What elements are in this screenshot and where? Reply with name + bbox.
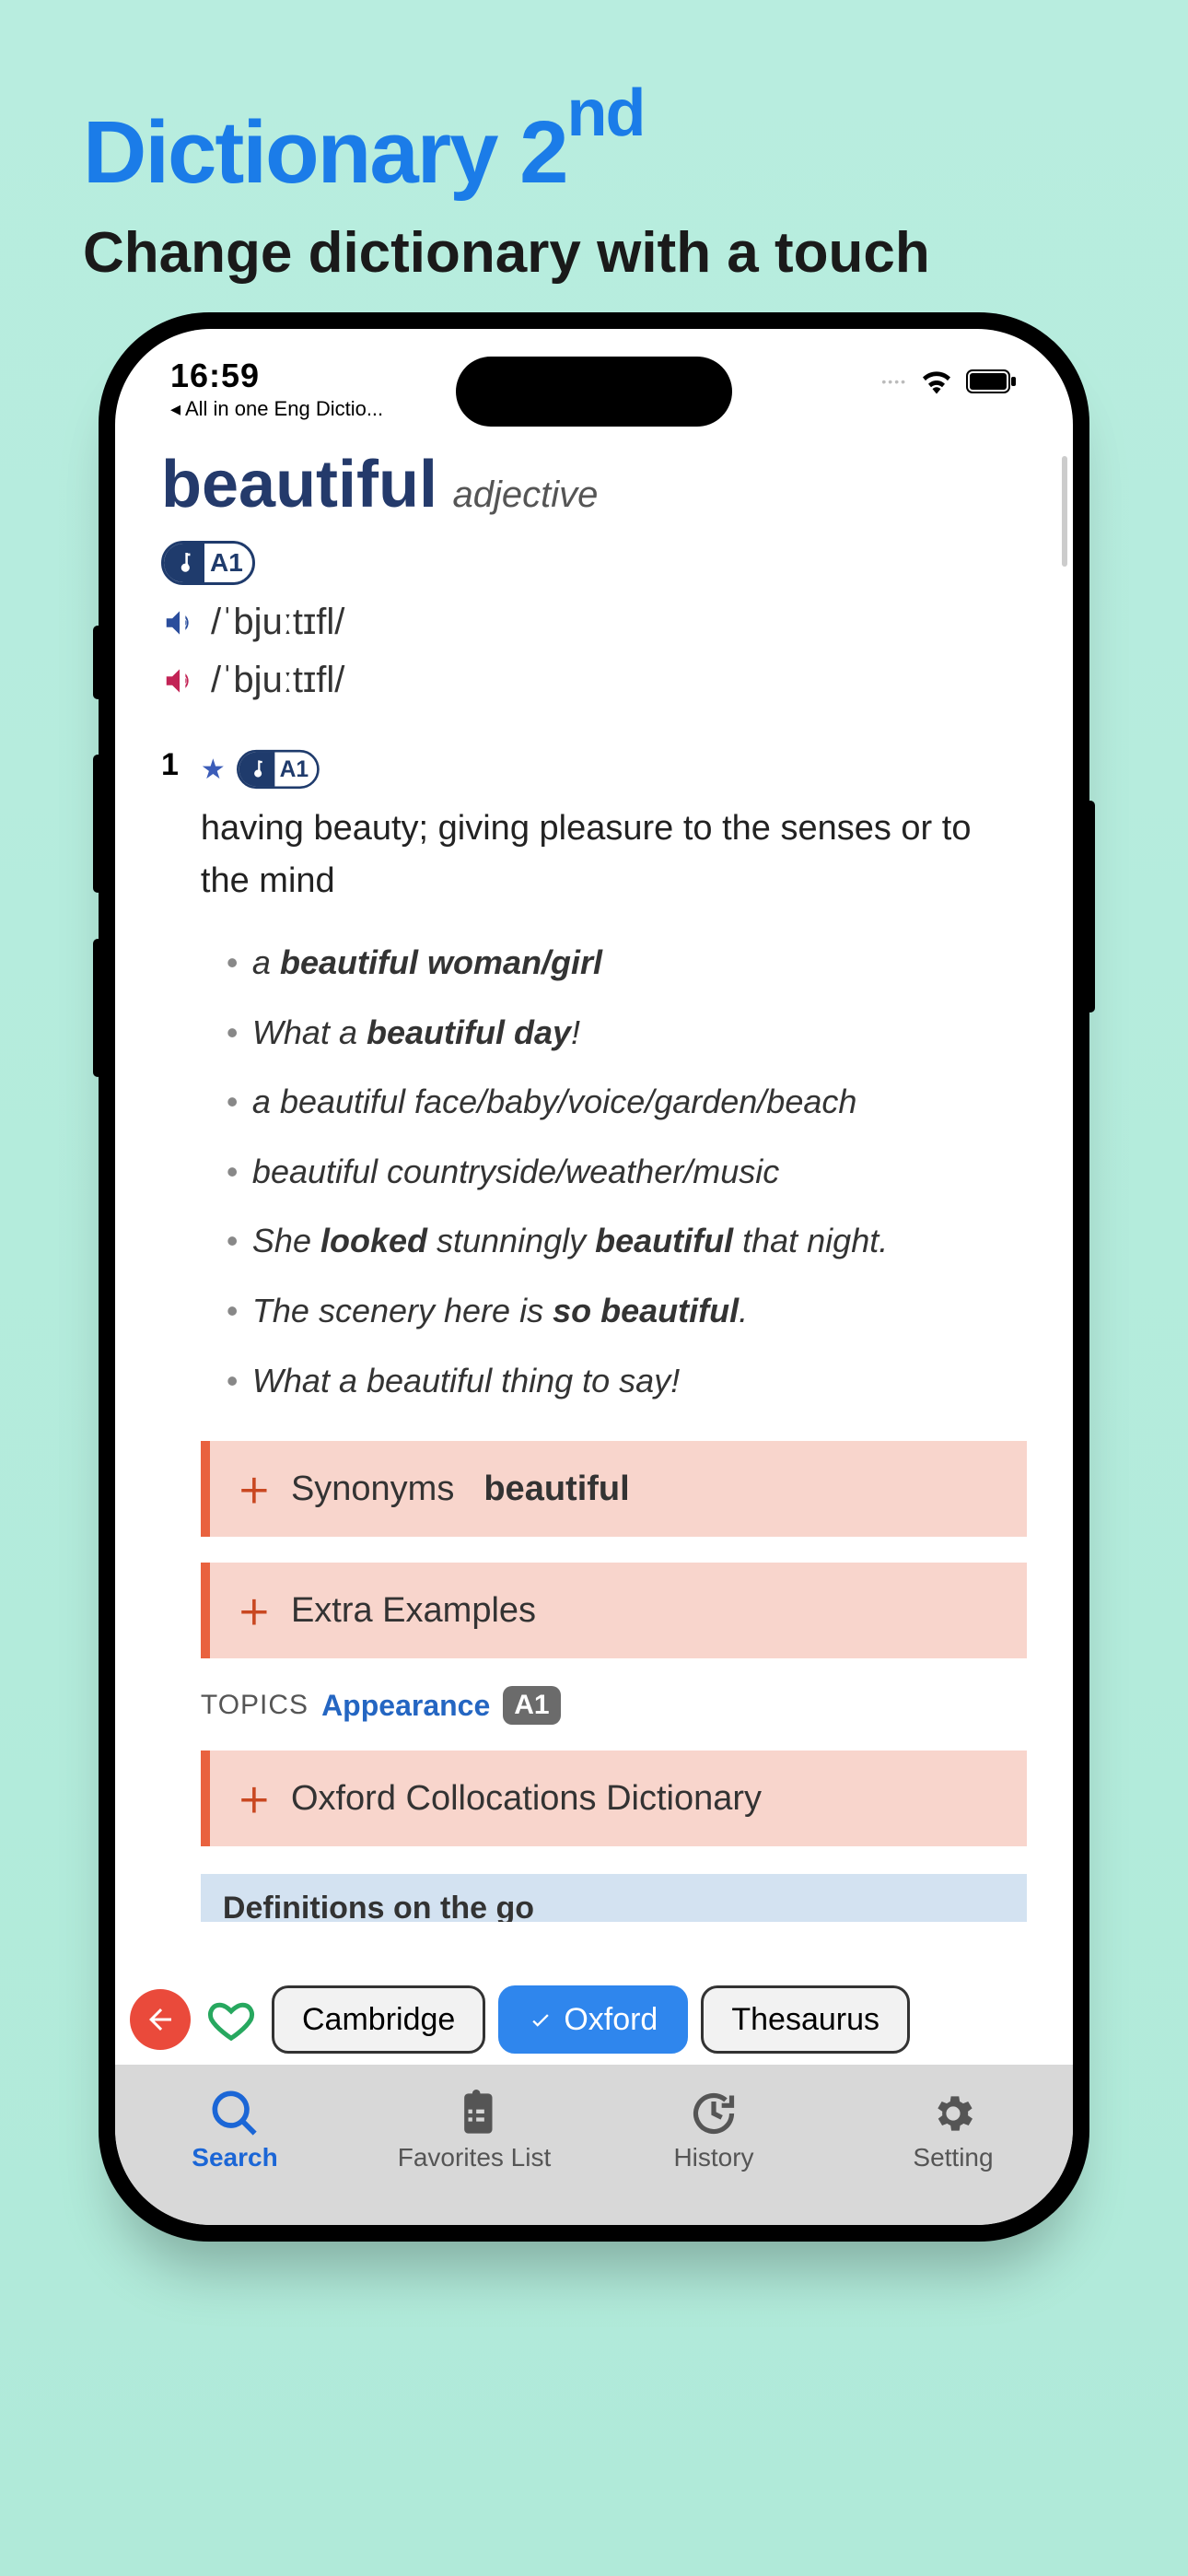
collocations-expander[interactable]: ＋ Oxford Collocations Dictionary (201, 1751, 1027, 1846)
sense-1: 1 ★ A1 having beauty; giving pleasure to… (161, 747, 1027, 1922)
sense-number: 1 (161, 747, 179, 1922)
definitions-strip[interactable]: Definitions on the go (201, 1874, 1027, 1922)
example-item: What a beautiful day! (227, 998, 1027, 1068)
scrollbar[interactable] (1062, 456, 1067, 567)
status-time: 16:59 (170, 357, 383, 395)
screen: 16:59 ◂ All in one Eng Dictio... •••• be… (115, 329, 1073, 2225)
example-item: The scenery here is so beautiful. (227, 1276, 1027, 1346)
tab-history[interactable]: History (594, 2065, 833, 2225)
star-icon[interactable]: ★ (201, 754, 226, 786)
key-icon (239, 753, 274, 787)
dictionary-switcher: Cambridge Oxford Thesaurus (115, 1969, 1073, 2065)
tab-search[interactable]: Search (115, 2065, 355, 2225)
promo-title: Dictionary 2nd (0, 0, 1188, 204)
gear-icon (929, 2090, 977, 2137)
clipboard-icon (450, 2090, 498, 2137)
example-item: What a beautiful thing to say! (227, 1346, 1027, 1416)
plus-icon: ＋ (238, 1587, 271, 1634)
cefr-badge[interactable]: A1 (161, 541, 255, 585)
synonyms-expander[interactable]: ＋ Synonyms beautiful (201, 1441, 1027, 1537)
example-item: a beautiful face/baby/voice/garden/beach (227, 1067, 1027, 1137)
battery-icon (966, 369, 1018, 393)
definition: having beauty; giving pleasure to the se… (201, 802, 1027, 907)
example-item: a beautiful woman/girl (227, 928, 1027, 998)
part-of-speech: adjective (452, 474, 598, 515)
phone-frame: 16:59 ◂ All in one Eng Dictio... •••• be… (99, 312, 1089, 2242)
promo-subtitle: Change dictionary with a touch (0, 204, 1188, 286)
tab-bar: Search Favorites List History Setting (115, 2065, 1073, 2225)
plus-icon: ＋ (238, 1465, 271, 1513)
dict-oxford-button[interactable]: Oxford (498, 1985, 688, 2054)
topic-link[interactable]: Appearance (321, 1689, 490, 1723)
favorite-button[interactable] (204, 1992, 259, 2047)
back-button[interactable] (130, 1989, 191, 2050)
plus-icon: ＋ (238, 1774, 271, 1822)
topic-level-badge: A1 (503, 1686, 560, 1725)
tab-setting[interactable]: Setting (833, 2065, 1073, 2225)
pronunciation-us[interactable]: /ˈbjuːtɪfl/ (161, 660, 1027, 701)
tab-favorites[interactable]: Favorites List (355, 2065, 594, 2225)
key-icon (164, 544, 204, 582)
speaker-icon-us[interactable] (161, 662, 198, 699)
history-icon (690, 2090, 738, 2137)
example-item: beautiful countryside/weather/music (227, 1137, 1027, 1207)
pronunciation-uk[interactable]: /ˈbjuːtɪfl/ (161, 602, 1027, 643)
dict-cambridge-button[interactable]: Cambridge (272, 1985, 485, 2054)
search-icon (211, 2090, 259, 2137)
examples-list: a beautiful woman/girlWhat a beautiful d… (201, 928, 1027, 1415)
headword: beautiful (161, 448, 437, 521)
cellular-icon: •••• (881, 374, 907, 389)
extra-examples-expander[interactable]: ＋ Extra Examples (201, 1563, 1027, 1658)
notch (456, 357, 732, 427)
cefr-badge-sense[interactable]: A1 (237, 750, 320, 789)
wifi-icon (920, 369, 953, 394)
dict-thesaurus-button[interactable]: Thesaurus (701, 1985, 910, 2054)
example-item: She looked stunningly beautiful that nig… (227, 1206, 1027, 1276)
status-back-app[interactable]: ◂ All in one Eng Dictio... (170, 397, 383, 421)
content-area[interactable]: beautiful adjective A1 /ˈbjuːtɪfl/ (115, 447, 1073, 1969)
check-icon (529, 2008, 553, 2032)
topics-row: TOPICS Appearance A1 (201, 1686, 1027, 1725)
speaker-icon-uk[interactable] (161, 604, 198, 641)
